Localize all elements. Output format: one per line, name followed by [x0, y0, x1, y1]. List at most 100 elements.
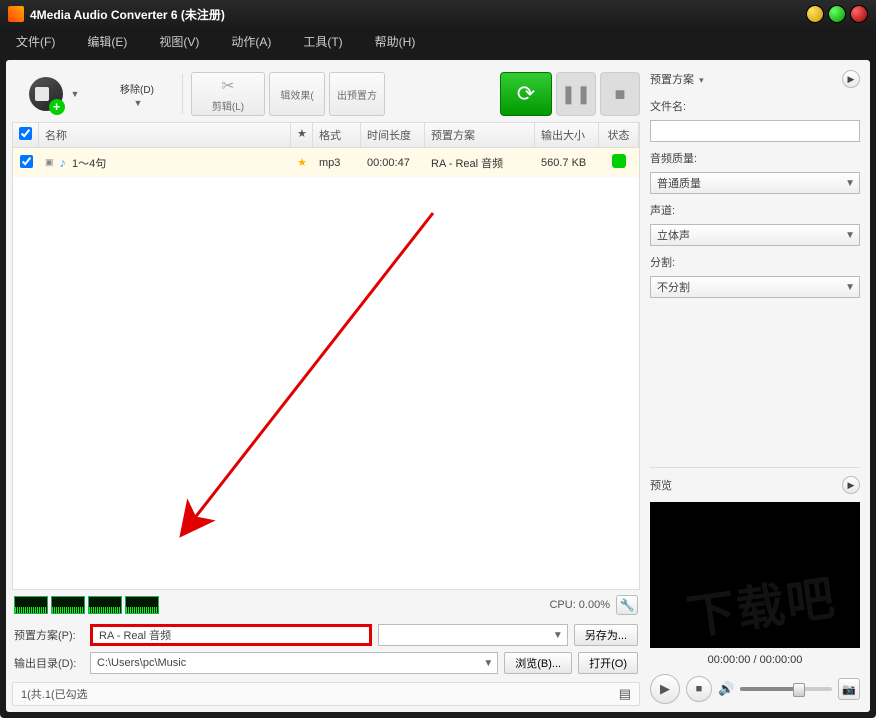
expand-button[interactable]: ▶ [842, 70, 860, 88]
row-format: mp3 [313, 154, 361, 172]
music-note-icon: ♪ [60, 155, 67, 170]
row-duration: 00:00:47 [361, 154, 425, 172]
col-status[interactable]: 状态 [599, 123, 639, 147]
col-star[interactable]: ★ [291, 123, 313, 147]
channel-value: 立体声 [657, 227, 690, 243]
list-icon[interactable]: ▤ [619, 686, 631, 702]
left-pane: ▼ 移除(D) ▼ ✂ 剪辑(L) 辑效果( 出预置方 [6, 60, 646, 712]
saveas-button[interactable]: 另存为... [574, 624, 638, 646]
row-size: 560.7 KB [535, 154, 599, 172]
menu-action[interactable]: 动作(A) [231, 33, 271, 50]
remove-button[interactable]: 移除(D) ▼ [100, 72, 174, 116]
clip-button[interactable]: ✂ 剪辑(L) [191, 72, 265, 116]
add-file-button[interactable]: ▼ [12, 72, 96, 116]
status-bar: 1(共.1(已勾选 ▤ [12, 682, 640, 706]
filename-input[interactable] [650, 120, 860, 142]
profile-dropdown[interactable]: RA - Real 音频 [90, 624, 372, 646]
titlebar[interactable]: 4Media Audio Converter 6 (未注册) [0, 0, 876, 28]
row-name: 1～4句 [72, 155, 106, 171]
snapshot-button[interactable]: 📷 [838, 678, 860, 700]
cpu-bar: CPU: 0.00% 🔧 [12, 590, 640, 620]
select-all-checkbox[interactable] [19, 127, 32, 140]
open-button[interactable]: 打开(O) [578, 652, 638, 674]
menu-edit[interactable]: 编辑(E) [87, 33, 127, 50]
refresh-icon: ⟳ [517, 81, 535, 107]
col-duration[interactable]: 时间长度 [361, 123, 425, 147]
export-profile-button[interactable]: 出预置方 [329, 72, 385, 116]
cpu-settings-button[interactable]: 🔧 [616, 595, 638, 615]
menu-help[interactable]: 帮助(H) [375, 33, 416, 50]
preview-time: 00:00:00 / 00:00:00 [650, 654, 860, 666]
minimize-button[interactable] [806, 5, 824, 23]
col-size[interactable]: 输出大小 [535, 123, 599, 147]
close-button[interactable] [850, 5, 868, 23]
menubar: 文件(F) 编辑(E) 视图(V) 动作(A) 工具(T) 帮助(H) [0, 28, 876, 54]
chevron-down-icon: ▼ [134, 98, 143, 108]
browse-button[interactable]: 浏览(B)... [504, 652, 572, 674]
annotation-arrow [123, 203, 443, 543]
quality-label: 音频质量: [650, 150, 860, 166]
file-table: 名称 ★ 格式 时间长度 预置方案 输出大小 状态 ▣ ♪ 1～4句 ★ [12, 122, 640, 590]
col-checkbox[interactable] [13, 123, 39, 147]
preview-header: 预览 ▶ [650, 474, 860, 496]
preview-label: 预览 [650, 477, 672, 493]
quality-value: 普通质量 [657, 175, 701, 191]
cpu-core-4 [125, 596, 159, 614]
profiles-panel-header: 预置方案 ▾ ▶ [650, 68, 860, 90]
chevron-down-icon: ▾ [699, 75, 704, 85]
stop-button[interactable]: ■ [600, 72, 640, 116]
player-controls: ▶ ■ 🔊 📷 [650, 674, 860, 704]
outdir-value: C:\Users\pc\Music [97, 657, 186, 669]
split-value: 不分割 [657, 279, 690, 295]
wrench-icon: 🔧 [620, 598, 635, 612]
remove-label: 移除(D) [120, 81, 154, 96]
volume-slider[interactable] [740, 687, 832, 691]
export-label: 出预置方 [337, 87, 377, 102]
row-star[interactable]: ★ [291, 153, 313, 172]
stop-icon: ■ [615, 84, 626, 105]
profile-value: RA - Real 音频 [99, 627, 171, 643]
convert-button[interactable]: ⟳ [500, 72, 552, 116]
play-icon: ▶ [660, 681, 670, 697]
volume-icon: 🔊 [718, 681, 734, 697]
stop-preview-button[interactable]: ■ [686, 676, 712, 702]
profiles-label: 预置方案 [650, 74, 694, 86]
table-row[interactable]: ▣ ♪ 1～4句 ★ mp3 00:00:47 RA - Real 音频 560… [13, 148, 639, 177]
profile-dropdown-ext[interactable]: ▼ [378, 624, 568, 646]
chevron-down-icon: ▼ [845, 178, 855, 189]
tree-toggle-icon[interactable]: ▣ [45, 157, 54, 168]
scissors-icon: ✂ [221, 76, 234, 96]
play-button[interactable]: ▶ [650, 674, 680, 704]
outdir-dropdown[interactable]: C:\Users\pc\Music ▼ [90, 652, 498, 674]
row-checkbox[interactable] [20, 155, 33, 168]
profiles-dropdown[interactable]: 预置方案 ▾ [650, 71, 704, 87]
chevron-down-icon: ▼ [845, 282, 855, 293]
menu-tools[interactable]: 工具(T) [303, 33, 342, 50]
stop-icon: ■ [696, 683, 703, 695]
chevron-down-icon: ▼ [553, 630, 563, 641]
content-area: ▼ 移除(D) ▼ ✂ 剪辑(L) 辑效果( 出预置方 [6, 60, 870, 712]
col-name[interactable]: 名称 [39, 123, 291, 147]
window-title: 4Media Audio Converter 6 (未注册) [30, 6, 802, 23]
split-select[interactable]: 不分割 ▼ [650, 276, 860, 298]
profile-label: 预置方案(P): [14, 627, 84, 643]
status-text: 1(共.1(已勾选 [21, 686, 88, 702]
quality-select[interactable]: 普通质量 ▼ [650, 172, 860, 194]
split-label: 分割: [650, 254, 860, 270]
effects-button[interactable]: 辑效果( [269, 72, 325, 116]
maximize-button[interactable] [828, 5, 846, 23]
col-profile[interactable]: 预置方案 [425, 123, 535, 147]
status-ready-icon [612, 154, 626, 168]
cpu-meter [14, 596, 159, 614]
col-format[interactable]: 格式 [313, 123, 361, 147]
preview-viewport [650, 502, 860, 648]
channel-select[interactable]: 立体声 ▼ [650, 224, 860, 246]
menu-view[interactable]: 视图(V) [159, 33, 199, 50]
right-pane: 预置方案 ▾ ▶ 文件名: 音频质量: 普通质量 ▼ 声道: 立体声 ▼ 分割: [646, 60, 870, 712]
menu-file[interactable]: 文件(F) [16, 33, 55, 50]
cpu-percent: CPU: 0.00% [549, 599, 610, 611]
chevron-down-icon: ▼ [71, 89, 80, 99]
preview-expand-button[interactable]: ▶ [842, 476, 860, 494]
chevron-down-icon: ▼ [845, 230, 855, 241]
pause-button[interactable]: ❚❚ [556, 72, 596, 116]
